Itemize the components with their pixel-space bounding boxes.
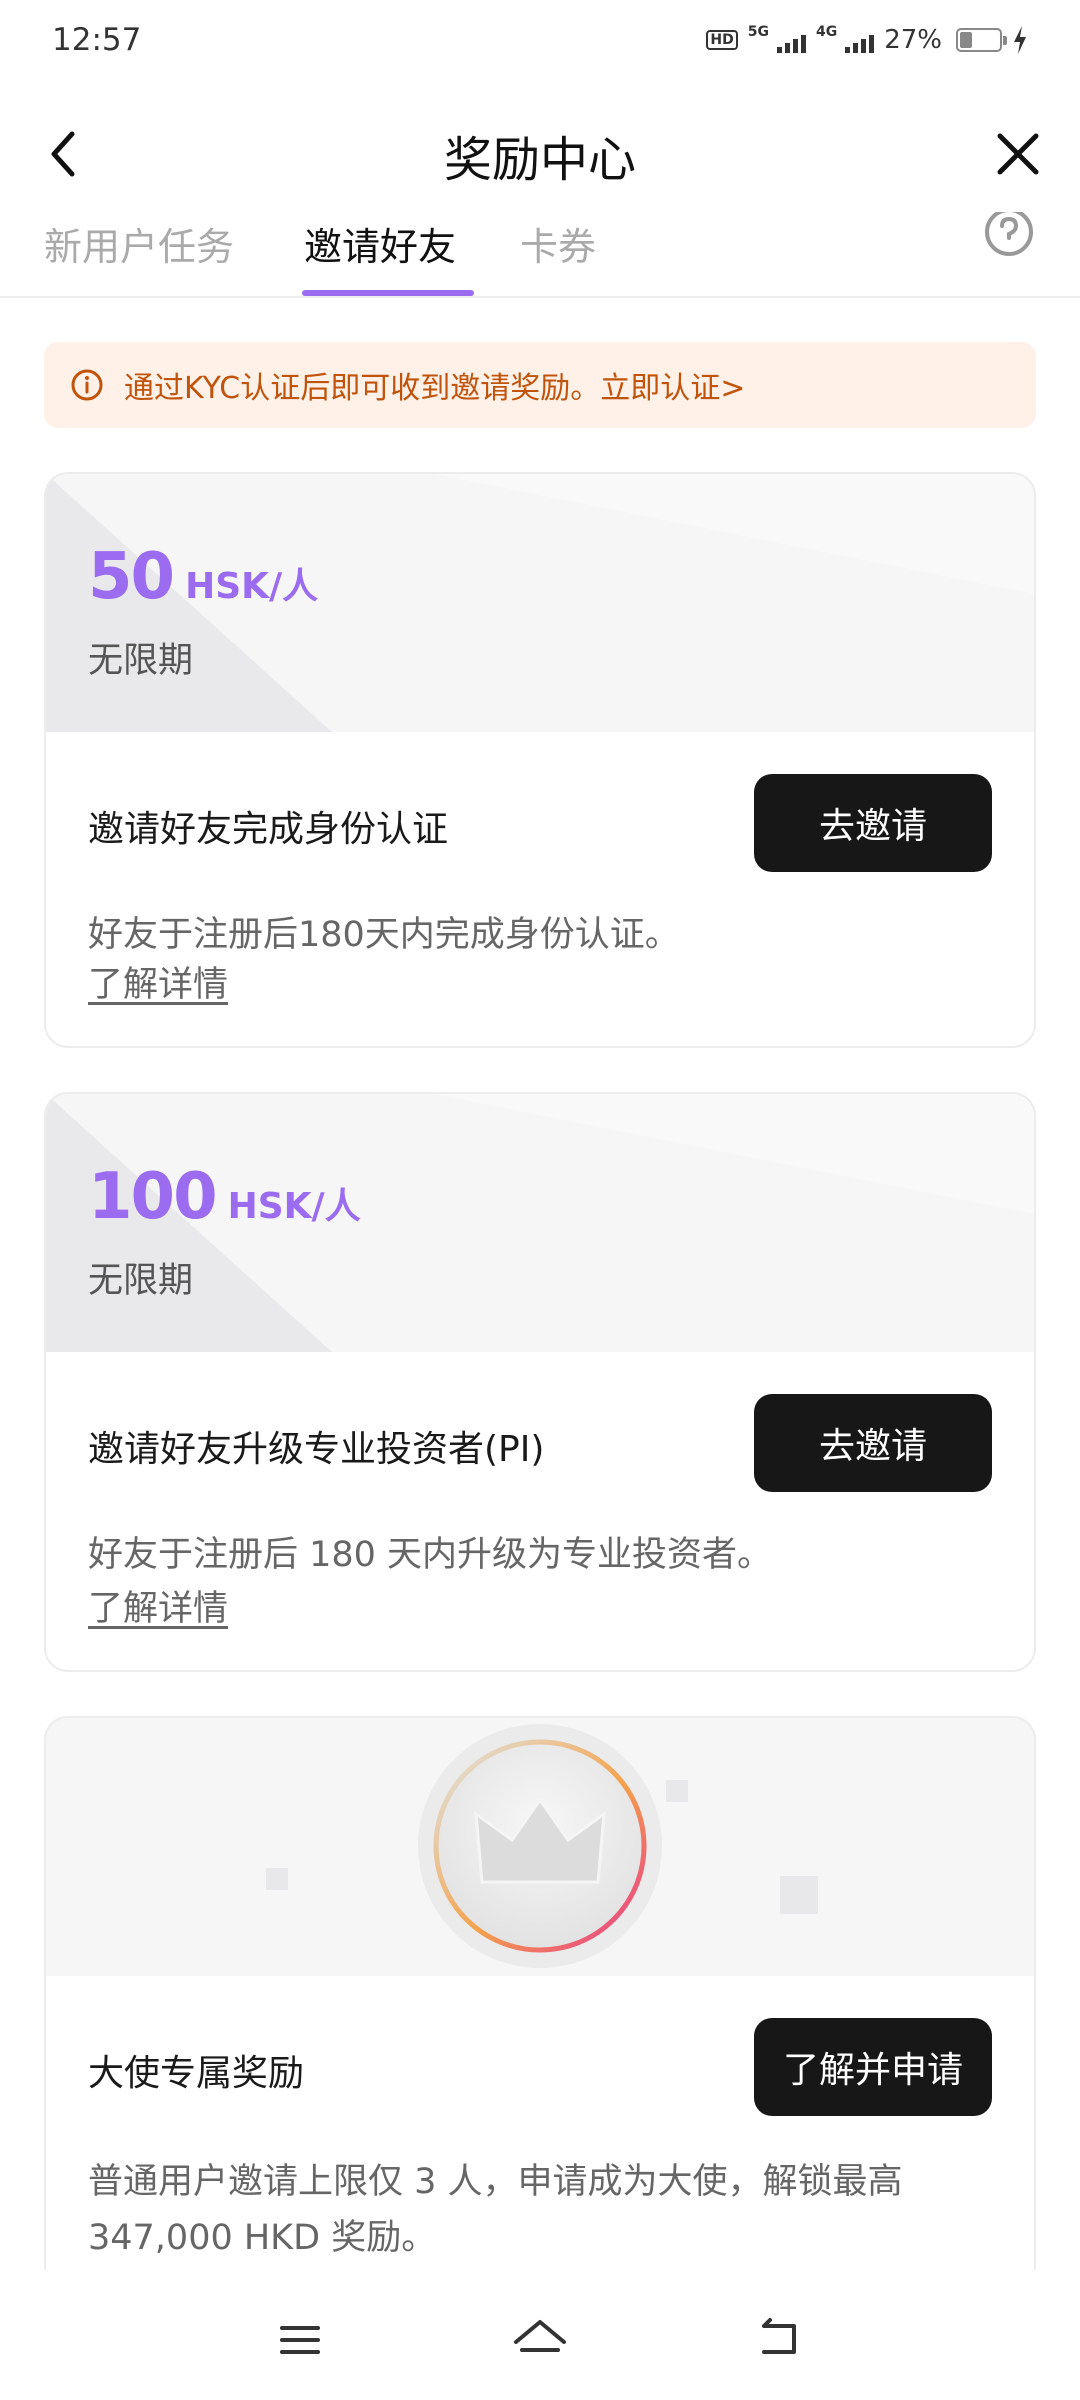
status-time: 12:57 xyxy=(52,22,142,58)
question-circle-icon xyxy=(1000,216,1019,240)
task-title: 大使专属奖励 xyxy=(88,2053,305,2094)
network-4g-label: 4G xyxy=(815,24,838,40)
info-circle-icon xyxy=(71,369,103,401)
reward-amount-unit: HSK/人 xyxy=(227,1186,361,1227)
signal-icon xyxy=(845,27,875,53)
return-button[interactable] xyxy=(750,2310,810,2370)
charging-icon xyxy=(1014,26,1026,54)
tab-new-user-tasks[interactable]: 新用户任务 xyxy=(44,216,234,271)
page-title: 奖励中心 xyxy=(443,132,636,188)
close-icon xyxy=(997,133,1039,175)
home-button[interactable] xyxy=(510,2310,570,2370)
reward-card-ambassador: 大使专属奖励 了解并申请 普通用户邀请上限仅 3 人，申请成为大使，解锁最高 3… xyxy=(44,1716,1036,2356)
task-title: 邀请好友升级专业投资者(PI) xyxy=(88,1429,545,1470)
active-tab-indicator xyxy=(302,290,474,296)
reward-card-header: 50 HSK/人 无限期 xyxy=(46,474,1034,732)
chevron-left-icon xyxy=(51,131,75,177)
learn-more-link[interactable]: 了解详情 xyxy=(88,1580,228,1631)
reward-amount: 50 HSK/人 xyxy=(88,540,318,614)
page-header: 奖励中心 xyxy=(0,100,1080,210)
tab-invite-friends[interactable]: 邀请好友 xyxy=(304,216,456,271)
learn-more-link[interactable]: 了解详情 xyxy=(88,956,228,1007)
learn-and-apply-button[interactable]: 了解并申请 xyxy=(754,2018,992,2116)
reward-amount: 100 HSK/人 xyxy=(88,1160,361,1234)
battery-icon xyxy=(956,28,1007,52)
network-5g-label: 5G xyxy=(747,24,769,40)
return-icon xyxy=(762,2318,796,2354)
reward-period: 无限期 xyxy=(88,1261,194,1301)
invite-button[interactable]: 去邀请 xyxy=(754,774,992,872)
reward-card-kyc: 50 HSK/人 无限期 邀请好友完成身份认证 去邀请 好友于注册后180天内完… xyxy=(44,472,1036,1048)
task-description: 普通用户邀请上限仅 3 人，申请成为大使，解锁最高 347,000 HKD 奖励… xyxy=(88,2162,903,2258)
reward-card-pi: 100 HSK/人 无限期 邀请好友升级专业投资者(PI) 去邀请 好友于注册后… xyxy=(44,1092,1036,1672)
close-button[interactable] xyxy=(988,124,1048,184)
tab-coupons[interactable]: 卡券 xyxy=(520,216,596,271)
invite-button[interactable]: 去邀请 xyxy=(754,1394,992,1492)
home-icon xyxy=(514,2320,566,2352)
reward-amount-unit: HSK/人 xyxy=(185,566,319,607)
menu-icon xyxy=(280,2326,320,2354)
task-description: 好友于注册后 180 天内升级为专业投资者。 xyxy=(88,1535,773,1575)
system-nav-bar xyxy=(0,2270,1080,2400)
reward-period: 无限期 xyxy=(88,641,194,681)
reward-amount-value: 50 xyxy=(88,540,175,614)
status-bar: 12:57 HD 5G 4G 27% xyxy=(0,0,1080,80)
task-description: 好友于注册后180天内完成身份认证。 xyxy=(88,915,680,955)
reward-card-header xyxy=(46,1718,1034,1976)
help-button[interactable] xyxy=(982,212,1036,266)
signal-icon xyxy=(776,27,806,53)
kyc-notice-banner[interactable]: 通过KYC认证后即可收到邀请奖励。立即认证> xyxy=(44,342,1036,428)
status-icons: HD 5G 4G 27% xyxy=(706,24,1028,55)
reward-card-body: 邀请好友升级专业投资者(PI) 去邀请 好友于注册后 180 天内升级为专业投资… xyxy=(46,1352,1034,1670)
tab-bar: 新用户任务 邀请好友 卡券 xyxy=(0,212,1080,298)
reward-amount-value: 100 xyxy=(88,1160,218,1234)
reward-card-body: 邀请好友完成身份认证 去邀请 好友于注册后180天内完成身份认证。 了解详情 xyxy=(46,732,1034,1046)
back-button[interactable] xyxy=(36,124,96,184)
battery-percent: 27% xyxy=(884,25,942,55)
hd-icon: HD xyxy=(706,30,738,50)
menu-button[interactable] xyxy=(270,2310,330,2370)
notice-text: 通过KYC认证后即可收到邀请奖励。立即认证> xyxy=(124,371,746,406)
reward-card-header: 100 HSK/人 无限期 xyxy=(46,1094,1034,1352)
task-title: 邀请好友完成身份认证 xyxy=(88,809,449,850)
crown-badge xyxy=(418,1724,662,1968)
